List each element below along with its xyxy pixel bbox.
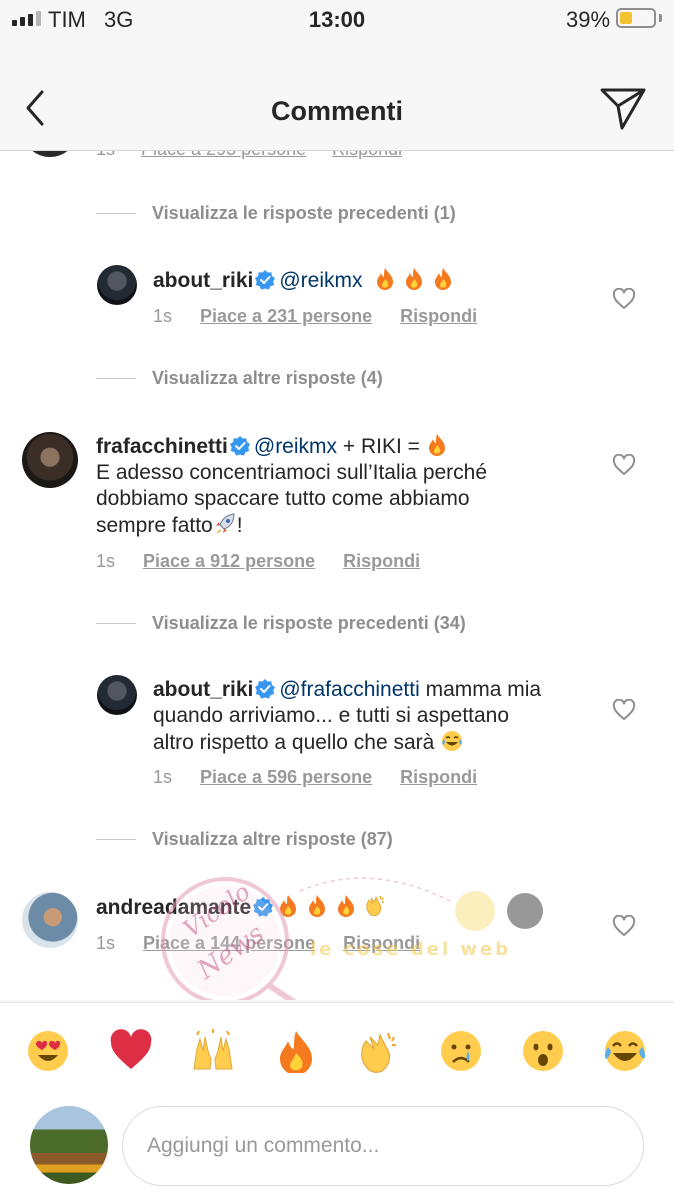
view-replies-label: Visualizza le risposte precedenti (34) bbox=[152, 613, 466, 633]
comment-text-line: altro rispetto a quello che sarà bbox=[153, 731, 435, 754]
current-user-avatar bbox=[30, 1106, 108, 1184]
fire-emoji bbox=[406, 268, 423, 290]
heart-icon[interactable] bbox=[612, 699, 636, 721]
svg-text:le cose del web: le cose del web bbox=[310, 939, 511, 960]
comment-text-line: sempre fatto bbox=[96, 514, 213, 537]
comment-first-line: frafacchinetti @reikmx + RIKI = bbox=[96, 433, 596, 460]
fire-emoji bbox=[377, 268, 394, 290]
fire-emoji bbox=[428, 434, 445, 456]
comment-time: 1s bbox=[96, 151, 115, 159]
watermark-logo: Vicolo News le cose del web bbox=[161, 877, 543, 1000]
view-replies-label: Visualizza altre risposte (4) bbox=[152, 368, 383, 388]
comment-first-line: about_riki @frafacchinetti mamma mia bbox=[153, 677, 603, 703]
battery-level-fill bbox=[620, 12, 632, 24]
comment-username[interactable]: about_riki bbox=[153, 678, 253, 701]
mention-link[interactable]: @frafacchinetti bbox=[279, 678, 419, 701]
avatar[interactable] bbox=[24, 151, 76, 157]
view-previous-replies-button[interactable]: Visualizza le risposte precedenti (1) bbox=[96, 203, 456, 224]
avatar[interactable] bbox=[22, 432, 78, 488]
battery-percentage: 39% bbox=[566, 7, 611, 32]
heart-icon[interactable] bbox=[612, 288, 636, 310]
surprised-face-icon[interactable] bbox=[521, 1029, 565, 1073]
crying-face-icon[interactable] bbox=[439, 1029, 483, 1073]
comment-meta: 1s Piace a 596 persone Rispondi bbox=[153, 767, 477, 788]
laughing-tears-emoji bbox=[442, 731, 463, 751]
likes-link[interactable]: Piace a 596 persone bbox=[200, 767, 372, 787]
mention-link[interactable]: @reikmx bbox=[254, 435, 337, 458]
comment-inline-text: + RIKI = bbox=[337, 435, 426, 458]
comment-body: frafacchinetti @reikmx + RIKI = E adesso … bbox=[96, 433, 596, 539]
header: Commenti bbox=[0, 40, 674, 151]
likes-link[interactable]: Piace a 912 persone bbox=[143, 551, 315, 571]
comment-username[interactable]: about_riki bbox=[153, 269, 253, 292]
comment-body: about_riki @frafacchinetti mamma mia quan… bbox=[153, 677, 603, 756]
view-previous-replies-button[interactable]: Visualizza le risposte precedenti (34) bbox=[96, 613, 466, 634]
verified-badge-icon bbox=[255, 270, 276, 290]
comment-meta: 1s Piace a 912 persone Rispondi bbox=[96, 551, 420, 572]
heart-eyes-icon[interactable] bbox=[26, 1029, 70, 1073]
comment-composer bbox=[0, 1102, 674, 1200]
view-replies-label: Visualizza le risposte precedenti (1) bbox=[152, 203, 456, 223]
view-replies-label: Visualizza altre risposte (87) bbox=[152, 829, 393, 849]
reply-button[interactable]: Rispondi bbox=[400, 306, 477, 326]
reply-button[interactable]: Rispondi bbox=[332, 151, 402, 159]
comment-time: 1s bbox=[153, 306, 173, 326]
heart-icon[interactable] bbox=[612, 454, 636, 476]
comment-trailing-text: ! bbox=[236, 514, 243, 537]
divider-line bbox=[96, 839, 136, 840]
battery-cap bbox=[659, 14, 662, 22]
comment-inline-text: mamma mia bbox=[419, 678, 542, 701]
comment-text-line: E adesso concentriamoci sull’Italia perc… bbox=[96, 461, 488, 484]
comment-meta: 1s Piace a 231 persone Rispondi bbox=[153, 306, 477, 327]
red-heart-icon[interactable] bbox=[109, 1029, 153, 1073]
comment-input[interactable] bbox=[122, 1106, 644, 1186]
comment-last-line: sempre fatto! bbox=[96, 512, 596, 539]
reply-button[interactable]: Rispondi bbox=[400, 767, 477, 787]
battery-icon bbox=[616, 8, 656, 28]
clapping-hands-icon[interactable] bbox=[356, 1029, 400, 1073]
view-more-replies-button[interactable]: Visualizza altre risposte (87) bbox=[96, 829, 393, 850]
likes-link[interactable]: Piace a 293 persone bbox=[141, 151, 306, 159]
mention-link[interactable]: @reikmx bbox=[279, 269, 362, 292]
heart-icon[interactable] bbox=[612, 915, 636, 937]
fire-icon[interactable] bbox=[274, 1029, 318, 1073]
divider-line bbox=[96, 378, 136, 379]
partial-comment-meta: 1s Piace a 293 persone Rispondi bbox=[96, 151, 402, 160]
comment-time: 1s bbox=[96, 933, 116, 953]
rocket-emoji bbox=[215, 513, 235, 534]
quick-emoji-bar bbox=[0, 1002, 674, 1103]
paper-plane-icon[interactable] bbox=[598, 86, 648, 132]
comments-list[interactable]: 1s Piace a 293 persone Rispondi Visualizza… bbox=[0, 151, 674, 1000]
page-title: Commenti bbox=[270, 96, 403, 126]
comment-username[interactable]: frafacchinetti bbox=[96, 435, 228, 458]
comment-time: 1s bbox=[153, 767, 173, 787]
fire-emoji bbox=[435, 268, 452, 290]
raised-hands-icon[interactable] bbox=[191, 1029, 235, 1073]
laughing-tears-icon[interactable] bbox=[603, 1029, 647, 1073]
comment-text-line: dobbiamo spaccare tutto come abbiamo bbox=[96, 487, 470, 510]
avatar[interactable] bbox=[22, 892, 78, 948]
verified-badge-icon bbox=[229, 436, 250, 456]
likes-link[interactable]: Piace a 231 persone bbox=[200, 306, 372, 326]
reply-button[interactable]: Rispondi bbox=[343, 551, 420, 571]
comment-text-line: quando arriviamo... e tutti si aspettano bbox=[153, 704, 510, 727]
verified-badge-icon bbox=[255, 679, 276, 699]
divider-line bbox=[96, 213, 136, 214]
status-bar: TIM 3G 13:00 39% bbox=[0, 0, 674, 40]
divider-line bbox=[96, 623, 136, 624]
view-more-replies-button[interactable]: Visualizza altre risposte (4) bbox=[96, 368, 383, 389]
comment-time: 1s bbox=[96, 551, 116, 571]
avatar[interactable] bbox=[97, 265, 137, 305]
avatar[interactable] bbox=[97, 675, 137, 715]
comment-body: about_riki @reikmx bbox=[153, 267, 593, 294]
comment-last-line: altro rispetto a quello che sarà bbox=[153, 729, 603, 756]
